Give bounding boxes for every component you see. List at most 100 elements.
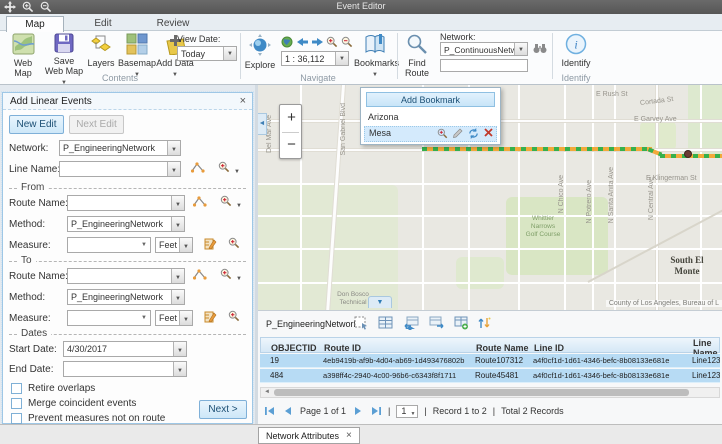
col-objectid[interactable]: OBJECTID xyxy=(271,343,324,353)
caret-icon[interactable] xyxy=(173,342,186,356)
caret-icon[interactable] xyxy=(171,217,184,231)
to-zoom-icon[interactable] xyxy=(217,268,235,284)
add-selected-to-table-icon[interactable] xyxy=(454,316,470,331)
route-search-input[interactable] xyxy=(440,59,528,72)
from-measure-input[interactable] xyxy=(67,237,151,253)
page-number-select[interactable]: 1 xyxy=(396,405,418,418)
collapse-panel-arrow[interactable]: ◄ xyxy=(258,113,267,135)
panel-network-select[interactable]: P_EngineeringNetwork xyxy=(59,140,181,156)
to-measure-zoom-icon[interactable] xyxy=(225,310,243,326)
identify-label: Identify xyxy=(561,58,590,68)
map-zoom-out-button[interactable]: − xyxy=(280,132,303,159)
map-canvas[interactable]: Del Mar Ave San Gabriel Blvd E Rush St C… xyxy=(258,85,722,310)
to-route-name-select[interactable] xyxy=(67,268,185,284)
to-zoom-caret-icon[interactable] xyxy=(236,272,242,283)
end-date-select[interactable] xyxy=(63,361,187,377)
next-page-icon[interactable] xyxy=(352,406,364,416)
bookmark-item-arizona[interactable]: Arizona xyxy=(364,111,497,125)
caret-icon[interactable] xyxy=(179,311,192,325)
explore-button[interactable]: Explore xyxy=(243,33,277,70)
map-scale-select[interactable]: 1 : 36,112 xyxy=(281,51,349,66)
web-map-button[interactable]: Web Map xyxy=(4,33,42,78)
to-unit-select[interactable]: Feet xyxy=(155,310,193,326)
to-select-route-icon[interactable] xyxy=(191,268,209,284)
select-records-icon[interactable] xyxy=(354,316,370,331)
view-date-select[interactable]: Today xyxy=(177,46,237,61)
prev-extent-icon[interactable] xyxy=(296,36,309,51)
caret-icon[interactable] xyxy=(171,269,184,283)
ribbon-zoom-in-icon[interactable] xyxy=(326,36,338,51)
last-page-icon[interactable] xyxy=(370,406,382,416)
selected-records-back-icon[interactable] xyxy=(404,316,420,331)
caret-icon[interactable] xyxy=(167,162,180,176)
table-row[interactable]: 19 4eb9419b-af9b-4d04-ab69-1d493476802b … xyxy=(260,354,720,368)
bookmark-delete-icon[interactable] xyxy=(484,128,493,143)
layers-button[interactable]: Layers xyxy=(84,33,118,68)
caret-icon[interactable] xyxy=(171,290,184,304)
line-name-select[interactable] xyxy=(59,161,181,177)
panel-close-icon[interactable]: × xyxy=(240,95,246,107)
start-date-select[interactable]: 4/30/2017 xyxy=(63,341,187,357)
prevent-measures-checkbox[interactable] xyxy=(11,413,22,424)
from-measure-zoom-icon[interactable] xyxy=(225,237,243,253)
caret-icon[interactable] xyxy=(167,141,180,155)
next-button[interactable]: Next > xyxy=(199,400,247,419)
globe-icon[interactable] xyxy=(281,36,293,51)
line-zoom-caret-icon[interactable] xyxy=(234,165,240,176)
from-zoom-caret-icon[interactable] xyxy=(236,199,242,210)
col-route-name[interactable]: Route Name xyxy=(476,343,534,353)
to-method-value: P_EngineeringNetwork xyxy=(71,292,163,302)
add-bookmark-button[interactable]: Add Bookmark xyxy=(366,92,495,107)
first-page-icon[interactable] xyxy=(264,406,276,416)
from-unit-select[interactable]: Feet xyxy=(155,237,193,253)
network-attributes-tab[interactable]: Network Attributes × xyxy=(258,427,360,444)
from-method-select[interactable]: P_EngineeringNetwork xyxy=(67,216,185,232)
view-date-caret-icon[interactable] xyxy=(223,47,236,60)
layers-label: Layers xyxy=(87,58,114,68)
bookmark-refresh-icon[interactable] xyxy=(468,128,479,143)
prev-page-icon[interactable] xyxy=(282,406,294,416)
ribbon-zoom-out-icon[interactable] xyxy=(341,36,353,51)
merge-coincident-checkbox[interactable] xyxy=(11,398,22,409)
caret-icon[interactable] xyxy=(171,196,184,210)
line-zoom-icon[interactable] xyxy=(215,161,233,177)
from-route-name-select[interactable] xyxy=(67,195,185,211)
caret-icon[interactable] xyxy=(179,238,192,252)
collapse-table-arrow[interactable]: ▼ xyxy=(368,296,392,308)
tab-edit[interactable]: Edit xyxy=(76,16,130,32)
from-ruler-icon[interactable] xyxy=(201,237,219,253)
bookmark-edit-icon[interactable] xyxy=(453,128,463,143)
map-scale-caret-icon[interactable] xyxy=(335,52,348,65)
select-line-on-map-icon[interactable] xyxy=(189,161,207,177)
network-caret-icon[interactable] xyxy=(514,43,527,55)
network-select[interactable]: P_ContinuousNetwork xyxy=(440,42,528,56)
from-zoom-icon[interactable] xyxy=(217,195,235,211)
identify-button[interactable]: i Identify xyxy=(558,33,594,68)
new-edit-button[interactable]: New Edit xyxy=(9,115,64,134)
find-route-button[interactable]: Find Route xyxy=(398,33,436,78)
scrollbar-thumb[interactable] xyxy=(274,389,689,396)
to-measure-input[interactable] xyxy=(67,310,151,326)
col-route-id[interactable]: Route ID xyxy=(324,343,476,353)
col-line-id[interactable]: Line ID xyxy=(534,343,693,353)
binoculars-icon[interactable] xyxy=(533,42,547,57)
from-select-route-icon[interactable] xyxy=(191,195,209,211)
table-horizontal-scrollbar[interactable]: ◄ xyxy=(260,387,720,398)
table-view-icon[interactable] xyxy=(378,316,394,331)
table-row[interactable]: 484 a398ff4c-2940-4c00-96b6-c6343f8f1711… xyxy=(260,369,720,383)
bookmark-item-mesa[interactable]: Mesa xyxy=(364,126,497,142)
next-extent-icon[interactable] xyxy=(311,36,324,51)
to-ruler-icon[interactable] xyxy=(201,310,219,326)
scroll-left-icon[interactable]: ◄ xyxy=(261,388,273,397)
selected-records-forward-icon[interactable] xyxy=(429,316,445,331)
tab-close-icon[interactable]: × xyxy=(346,430,352,441)
retire-overlaps-checkbox[interactable] xyxy=(11,383,22,394)
tab-map[interactable]: Map xyxy=(6,16,64,32)
to-method-select[interactable]: P_EngineeringNetwork xyxy=(67,289,185,305)
sort-icon[interactable] xyxy=(477,316,493,331)
next-edit-button[interactable]: Next Edit xyxy=(69,115,124,134)
bookmark-zoom-icon[interactable] xyxy=(437,128,448,143)
map-zoom-in-button[interactable]: + xyxy=(280,105,303,132)
tab-review[interactable]: Review xyxy=(142,16,204,32)
caret-icon[interactable] xyxy=(173,362,186,376)
